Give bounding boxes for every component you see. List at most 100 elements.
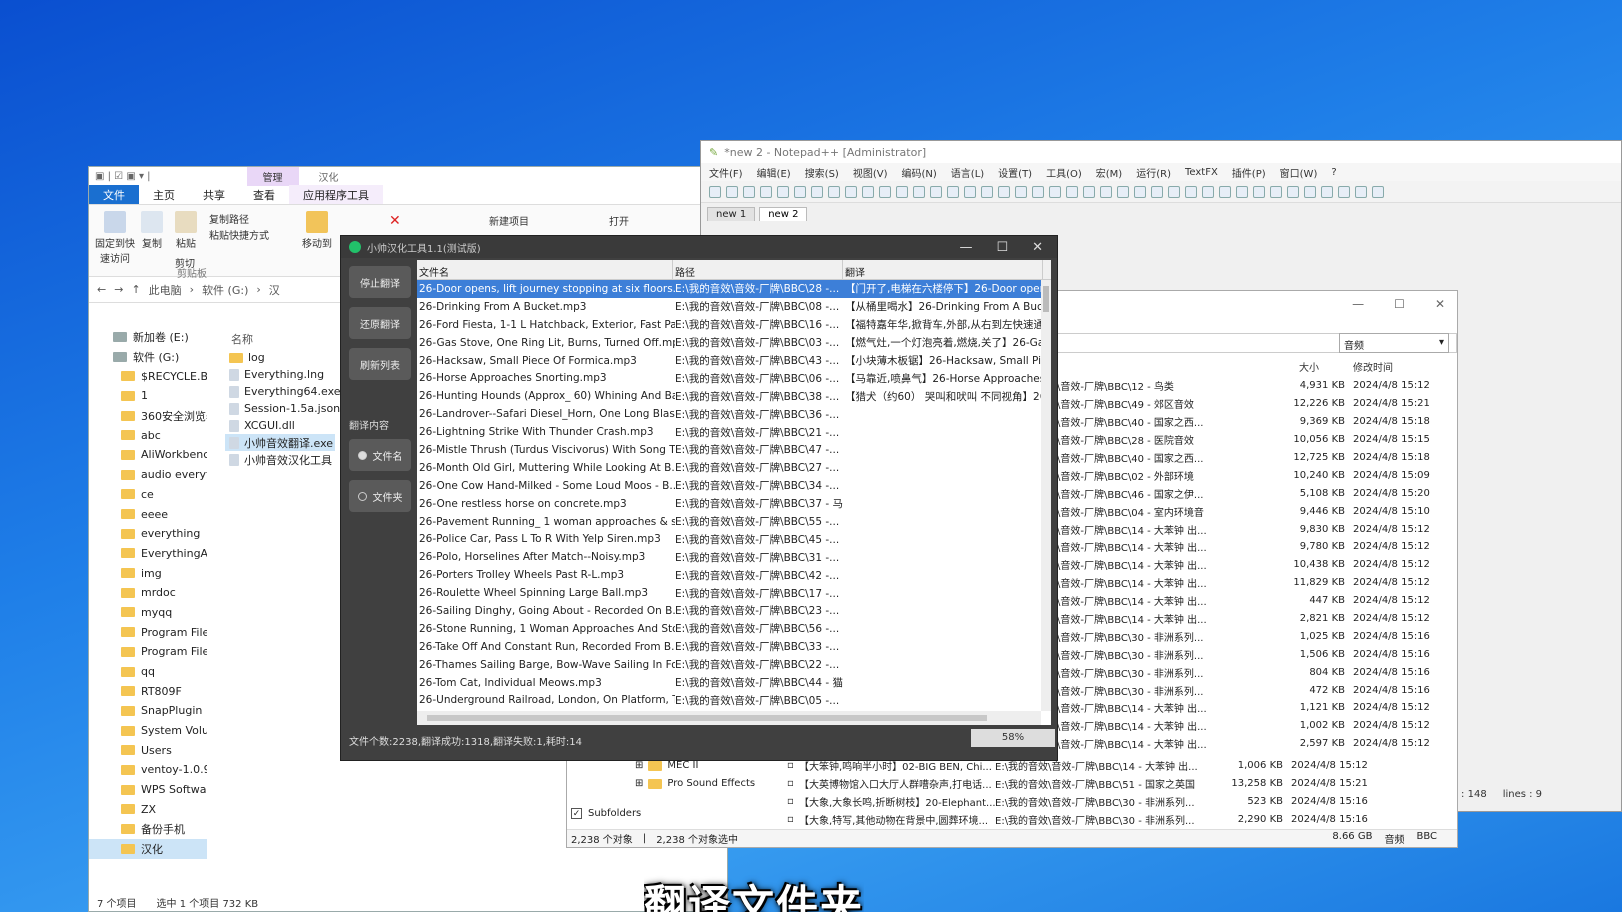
npp-menu-item[interactable]: ? — [1331, 167, 1336, 178]
toolbar-button-icon[interactable] — [981, 185, 993, 198]
nav-item[interactable]: System Volum — [89, 721, 207, 741]
copy-button[interactable]: 复制 — [139, 211, 165, 250]
grid-row[interactable]: 26-Gas Stove, One Ring Lit, Burns, Turne… — [417, 334, 1051, 352]
nav-item[interactable]: abc — [89, 425, 207, 445]
nav-item[interactable]: $RECYCLE.BIN — [89, 366, 207, 386]
toolbar-button-icon[interactable] — [1168, 185, 1180, 198]
grid-row[interactable]: 26-Mistle Thrush (Turdus Viscivorus) Wit… — [417, 441, 1051, 459]
nav-item[interactable]: AliWorkbench — [89, 445, 207, 465]
grid-row[interactable]: 26-Month Old Girl, Muttering While Looki… — [417, 459, 1051, 477]
toolbar-button-icon[interactable] — [1049, 185, 1061, 198]
toolbar-button-icon[interactable] — [862, 185, 874, 198]
toolbar-button-icon[interactable] — [930, 185, 942, 198]
ev-row[interactable]: \音效-厂牌\BBC\14 - 大苯钟 出... 2,821 KB 2024/4/8… — [1057, 610, 1445, 628]
grid-row[interactable]: 26-Porters Trolley Wheels Past R-L.mp3 E:… — [417, 566, 1051, 584]
nav-item[interactable]: 备份手机 — [89, 819, 207, 839]
nav-item[interactable]: 1 — [89, 386, 207, 406]
nav-item[interactable]: qq — [89, 662, 207, 682]
grid-hscroll[interactable] — [417, 711, 1041, 725]
column-name-header[interactable]: 名称 — [231, 331, 253, 347]
toolbar-button-icon[interactable] — [1253, 185, 1265, 198]
npp-menu-item[interactable]: 设置(T) — [998, 165, 1032, 180]
grid-row[interactable]: 26-Underground Railroad, London, On Plat… — [417, 691, 1051, 709]
npp-menu-item[interactable]: 文件(F) — [709, 165, 743, 180]
nav-item[interactable]: RT809F — [89, 681, 207, 701]
toolbar-button-icon[interactable] — [1083, 185, 1095, 198]
grid-vscroll[interactable] — [1041, 280, 1051, 711]
ev-row[interactable]: \音效-厂牌\BBC\40 - 国家之西... 12,725 KB 2024/4/8… — [1057, 449, 1445, 467]
col-filename[interactable]: 文件名 — [417, 260, 673, 279]
ev-row[interactable]: \音效-厂牌\BBC\04 - 室内环境音 9,446 KB 2024/4/8 15… — [1057, 502, 1445, 520]
nav-item[interactable]: mrdoc — [89, 583, 207, 603]
npp-menu-item[interactable]: 工具(O) — [1046, 165, 1082, 180]
toolbar-button-icon[interactable] — [743, 185, 755, 198]
toolbar-button-icon[interactable] — [1134, 185, 1146, 198]
nav-item[interactable]: 新加卷 (E:) — [89, 327, 207, 347]
nav-item[interactable]: Program Files — [89, 622, 207, 642]
grid-row[interactable]: 26-Polo, Horselines After Match--Noisy.m… — [417, 548, 1051, 566]
tab-home[interactable]: 主页 — [139, 185, 189, 204]
ev-filter-select[interactable]: 音频 ▾ — [1339, 333, 1449, 353]
npp-menu-item[interactable]: 窗口(W) — [1280, 165, 1318, 180]
toolbar-button-icon[interactable] — [1032, 185, 1044, 198]
toolbar-button-icon[interactable] — [998, 185, 1010, 198]
toolbar-button-icon[interactable] — [845, 185, 857, 198]
nav-item[interactable]: Users — [89, 740, 207, 760]
maximize-icon[interactable]: ☐ — [1394, 297, 1405, 311]
grid-row[interactable]: 26-One restless horse on concrete.mp3 E:\… — [417, 495, 1051, 513]
radio-filename[interactable]: 文件名 — [349, 439, 411, 471]
grid-row[interactable]: 26-Lightning Strike With Thunder Crash.m… — [417, 423, 1051, 441]
nav-item[interactable]: img — [89, 563, 207, 583]
ev-subfolders-checkbox[interactable]: ✓ Subfolders — [571, 808, 641, 819]
ev-row[interactable]: \音效-厂牌\BBC\14 - 大苯钟 出... 447 KB 2024/4/8 1… — [1057, 592, 1445, 610]
ev-row[interactable]: ▫ 【大英博物馆入口大厅人群嘈杂声,打电话... E:\我的音效\音效-厂牌\BBC… — [787, 775, 1427, 793]
npp-menu-item[interactable]: 插件(P) — [1232, 165, 1266, 180]
toolbar-button-icon[interactable] — [1015, 185, 1027, 198]
grid-row[interactable]: 26-Horse Approaches Snorting.mp3 E:\我的音效\… — [417, 369, 1051, 387]
nav-item[interactable]: Program Files — [89, 642, 207, 662]
npp-menu-item[interactable]: TextFX — [1185, 167, 1218, 178]
grid-row[interactable]: 26-Thames Sailing Barge, Bow-Wave Sailin… — [417, 656, 1051, 674]
maximize-icon[interactable]: ☐ — [996, 240, 1008, 255]
ev-row[interactable]: \音效-厂牌\BBC\30 - 非洲系列... 1,025 KB 2024/4/8 … — [1057, 627, 1445, 645]
npp-menu-item[interactable]: 宏(M) — [1096, 165, 1122, 180]
radio-folder[interactable]: 文件夹 — [349, 480, 411, 512]
toolbar-button-icon[interactable] — [1304, 185, 1316, 198]
ev-row[interactable]: ▫ 【大象,大象长鸣,折断树枝】20-Elephant... E:\我的音效\音效-… — [787, 793, 1427, 811]
ev-row[interactable]: \音效-厂牌\BBC\14 - 大苯钟 出... 2,597 KB 2024/4/8… — [1057, 735, 1445, 753]
toolbar-button-icon[interactable] — [1321, 185, 1333, 198]
expand-icon[interactable]: ⊞ — [635, 760, 643, 771]
nav-item[interactable]: eeee — [89, 504, 207, 524]
ev-row[interactable]: \音效-厂牌\BBC\14 - 大苯钟 出... 1,121 KB 2024/4/8… — [1057, 699, 1445, 717]
nav-item[interactable]: myqq — [89, 603, 207, 623]
nav-item[interactable]: ce — [89, 485, 207, 505]
ev-row[interactable]: ▫ 【大象,特写,其他动物在背景中,圆葬环境... E:\我的音效\音效-厂牌\BB… — [787, 811, 1427, 829]
grid-row[interactable]: 26-Take Off And Constant Run, Recorded F… — [417, 638, 1051, 656]
toolbar-button-icon[interactable] — [1355, 185, 1367, 198]
crumb-folder[interactable]: 汉 — [269, 282, 280, 298]
toolbar-button-icon[interactable] — [1338, 185, 1350, 198]
new-item-button[interactable]: 新建项目 — [489, 213, 529, 228]
toolbar-button-icon[interactable] — [1117, 185, 1129, 198]
toolbar-button-icon[interactable] — [777, 185, 789, 198]
npp-tab-new2[interactable]: new 2 — [759, 207, 808, 221]
paste-button[interactable]: 粘贴 — [173, 211, 199, 250]
close-icon[interactable]: ✕ — [1435, 297, 1445, 311]
npp-menu-item[interactable]: 运行(R) — [1136, 165, 1171, 180]
close-icon[interactable]: ✕ — [1032, 240, 1043, 255]
npp-menu-item[interactable]: 视图(V) — [853, 165, 888, 180]
grid-row[interactable]: 26-Police Car, Pass L To R With Yelp Sir… — [417, 530, 1051, 548]
nav-item[interactable]: 汉化 — [89, 838, 207, 859]
quick-access-icons[interactable]: ▣ | ☑ ▣ ▾ | — [95, 171, 151, 182]
nav-item[interactable]: 360安全浏览器 — [89, 406, 207, 426]
grid-row[interactable]: 26-One Cow Hand-Milked - Some Loud Moos … — [417, 477, 1051, 495]
nav-item[interactable]: WPS Software — [89, 780, 207, 800]
toolbar-button-icon[interactable] — [811, 185, 823, 198]
nav-item[interactable]: ZX — [89, 800, 207, 820]
minimize-icon[interactable]: — — [1352, 297, 1364, 311]
grid-row[interactable]: 26-Pavement Running_ 1 woman approaches … — [417, 513, 1051, 531]
toolbar-button-icon[interactable] — [1066, 185, 1078, 198]
toolbar-button-icon[interactable] — [913, 185, 925, 198]
toolbar-button-icon[interactable] — [879, 185, 891, 198]
toolbar-button-icon[interactable] — [1287, 185, 1299, 198]
